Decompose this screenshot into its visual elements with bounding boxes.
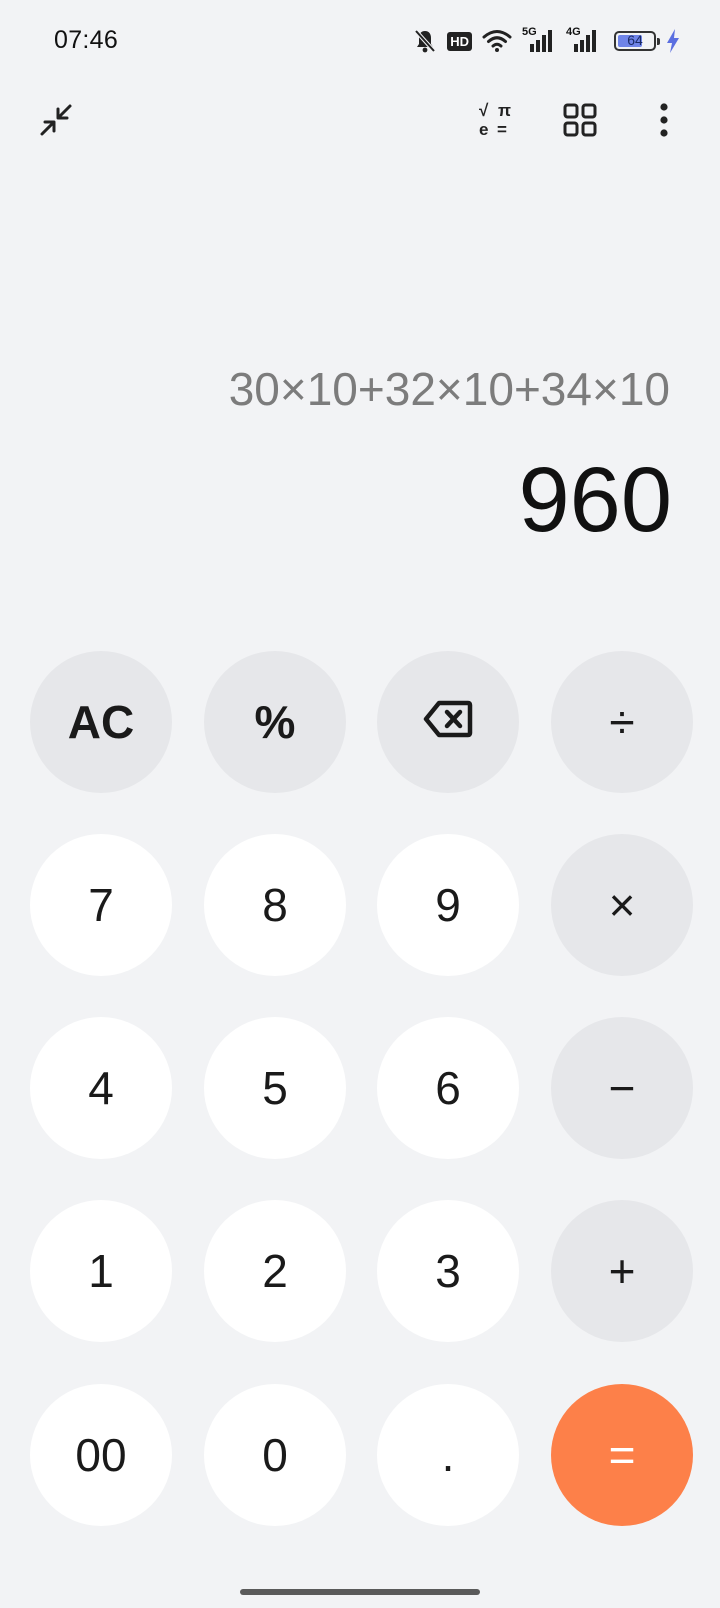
clear-button[interactable]: AC (30, 651, 172, 793)
plus-button[interactable]: + (551, 1200, 693, 1342)
charging-bolt-icon (666, 29, 680, 53)
expression-text: 30×10+32×10+34×10 (228, 363, 670, 415)
bell-muted-icon (413, 28, 437, 54)
backspace-button[interactable] (377, 651, 519, 793)
digit-2-button[interactable]: 2 (204, 1200, 346, 1342)
battery-tip (657, 38, 660, 45)
battery-percent: 64 (627, 32, 643, 48)
result-text: 960 (518, 449, 673, 551)
signal-4g-icon: 4G (566, 26, 600, 54)
divide-button[interactable]: ÷ (551, 651, 693, 793)
status-bar: 07:46 HD 5G 4G 64 (0, 0, 720, 84)
collapse-button[interactable] (28, 94, 84, 150)
grid-button[interactable] (552, 94, 608, 150)
scientific-mode-button[interactable]: √ π e = (468, 94, 524, 150)
backspace-icon (423, 695, 473, 749)
hd-icon: HD (447, 31, 472, 51)
digit-0-button[interactable]: 0 (204, 1384, 346, 1526)
sci-pi-glyph: π (498, 101, 512, 120)
collapse-icon (38, 102, 74, 143)
digit-4-button[interactable]: 4 (30, 1017, 172, 1159)
status-icons: HD 5G 4G 64 (413, 24, 680, 58)
status-time: 07:46 (54, 26, 119, 54)
decimal-button[interactable]: . (377, 1384, 519, 1526)
equals-button[interactable]: = (551, 1384, 693, 1526)
percent-button[interactable]: % (204, 651, 346, 793)
more-vertical-icon (658, 102, 670, 143)
digit-6-button[interactable]: 6 (377, 1017, 519, 1159)
signal-5g-icon: 5G (522, 26, 556, 54)
scientific-icon: √ π e = (476, 102, 516, 142)
sci-equals-glyph: = (497, 120, 507, 139)
battery-icon: 64 (614, 31, 660, 51)
sci-sqrt-glyph: √ (479, 101, 489, 120)
minus-button[interactable]: − (551, 1017, 693, 1159)
grid-icon (562, 102, 598, 143)
digit-5-button[interactable]: 5 (204, 1017, 346, 1159)
more-options-button[interactable] (636, 94, 692, 150)
digit-7-button[interactable]: 7 (30, 834, 172, 976)
digit-3-button[interactable]: 3 (377, 1200, 519, 1342)
digit-8-button[interactable]: 8 (204, 834, 346, 976)
multiply-button[interactable]: × (551, 834, 693, 976)
sci-e-glyph: e (479, 120, 489, 139)
digit-1-button[interactable]: 1 (30, 1200, 172, 1342)
home-indicator[interactable] (240, 1589, 480, 1595)
digit-9-button[interactable]: 9 (377, 834, 519, 976)
wifi-icon (482, 29, 512, 53)
toolbar: √ π e = (0, 84, 720, 160)
double-zero-button[interactable]: 00 (30, 1384, 172, 1526)
